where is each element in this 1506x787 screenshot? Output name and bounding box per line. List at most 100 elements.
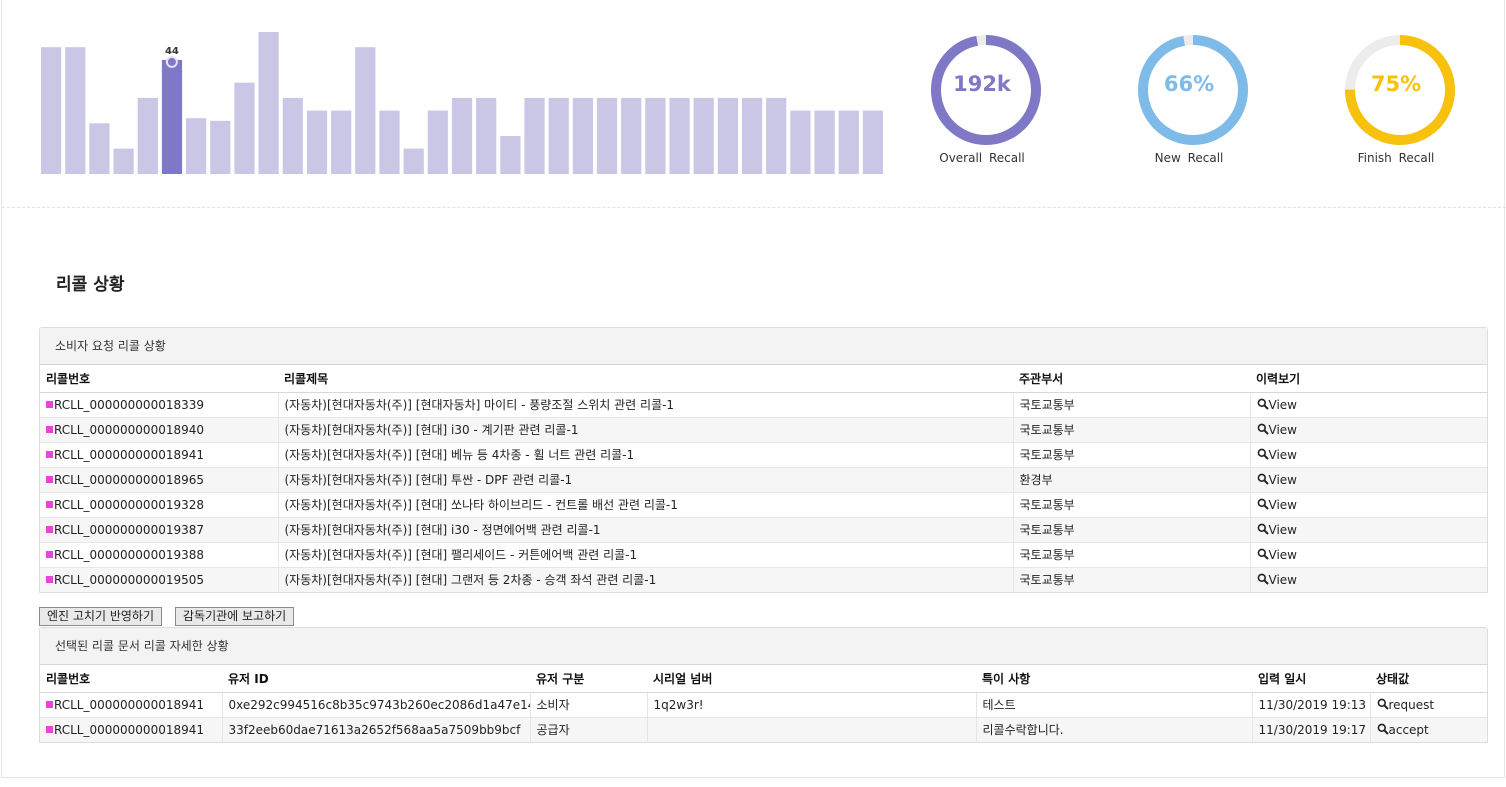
status-link[interactable]: request	[1377, 697, 1435, 712]
chart-bar[interactable]	[282, 97, 303, 174]
user-type: 소비자	[536, 698, 570, 712]
view-cell[interactable]: View	[1250, 516, 1487, 542]
department-cell: 국토교통부	[1013, 391, 1251, 417]
recall-no-cell[interactable]: RCLL_000000000018941	[40, 441, 279, 467]
recall-title-cell: (자동차)[현대자동차(주)] [현대자동차] 마이티 - 풍량조절 스위치 관…	[278, 391, 1014, 417]
view-label: View	[1268, 522, 1297, 537]
chart-bar[interactable]	[403, 148, 424, 174]
view-link[interactable]: View	[1257, 573, 1297, 587]
chart-bar[interactable]	[451, 97, 473, 174]
table-row[interactable]: RCLL_000000000018941 0xe292c994516c8b35c9…	[40, 691, 1487, 717]
chart-bar[interactable]	[234, 82, 255, 174]
status-link[interactable]: accept	[1377, 723, 1429, 737]
chart-bar[interactable]	[331, 110, 352, 174]
chart-bar[interactable]	[500, 136, 521, 174]
chart-bar[interactable]	[766, 97, 787, 174]
view-link[interactable]: View	[1257, 448, 1297, 462]
new-recall-label: New Recall	[1154, 151, 1224, 165]
chart-bar[interactable]	[137, 97, 158, 174]
chart-bar[interactable]	[113, 148, 134, 174]
table-row[interactable]: RCLL_000000000019387 (자동차)[현대자동차(주)] [현대]…	[40, 516, 1487, 542]
detail-recall-table: 리콜번호 유저 ID 유저 구분 시리얼 넘버 특이 사항 입력 일시 상태값 …	[40, 665, 1487, 742]
view-link[interactable]: View	[1257, 473, 1297, 487]
recall-no: RCLL_000000000019505	[54, 572, 205, 587]
chart-bar[interactable]	[379, 110, 400, 174]
col-header-recall-no[interactable]: 리콜번호	[40, 365, 278, 393]
chart-bar[interactable]	[258, 32, 279, 174]
table-row[interactable]: RCLL_000000000018941 (자동차)[현대자동차(주)] [현대]…	[40, 441, 1487, 467]
view-cell[interactable]: View	[1250, 441, 1487, 467]
view-cell[interactable]: View	[1250, 491, 1487, 517]
recall-no-cell[interactable]: RCLL_000000000018940	[40, 416, 279, 442]
department-cell: 국토교통부	[1013, 491, 1251, 517]
chart-bar[interactable]	[862, 110, 883, 174]
table-row[interactable]: RCLL_000000000018339 (자동차)[현대자동차(주)] [현대자…	[40, 391, 1487, 417]
chart-bar[interactable]	[645, 97, 666, 174]
recall-no-cell[interactable]: RCLL_000000000018965	[40, 466, 279, 492]
view-link[interactable]: View	[1257, 523, 1297, 537]
table-row[interactable]: RCLL_000000000018941 33f2eeb60dae71613a26…	[40, 716, 1487, 742]
recall-no-cell[interactable]: RCLL_000000000018339	[40, 391, 279, 417]
col-header-recall-no[interactable]: 리콜번호	[40, 665, 222, 693]
recall-no-cell[interactable]: RCLL_000000000019387	[40, 516, 279, 542]
col-header-user-id[interactable]: 유저 ID	[222, 665, 530, 693]
chart-bar[interactable]	[814, 110, 835, 174]
status-cell[interactable]: request	[1370, 691, 1487, 717]
chart-bar[interactable]	[161, 59, 183, 174]
view-link[interactable]: View	[1257, 398, 1297, 412]
view-link[interactable]: View	[1257, 498, 1297, 512]
col-header-datetime[interactable]: 입력 일시	[1252, 665, 1370, 693]
chart-bar[interactable]	[596, 97, 618, 174]
chart-bar[interactable]	[186, 118, 207, 174]
status-value: request	[1388, 697, 1435, 712]
chart-bar[interactable]	[621, 97, 642, 174]
col-header-user-type[interactable]: 유저 구분	[530, 665, 647, 693]
report-button[interactable]: 감독기관에 보고하기	[175, 607, 295, 626]
chart-bar[interactable]	[669, 97, 690, 174]
chart-bar[interactable]	[572, 97, 593, 174]
col-header-history[interactable]: 이력보기	[1250, 365, 1487, 393]
chart-bar[interactable]	[742, 97, 763, 174]
col-header-department[interactable]: 주관부서	[1013, 365, 1250, 393]
chart-bar[interactable]	[524, 97, 545, 174]
table-row[interactable]: RCLL_000000000018965 (자동차)[현대자동차(주)] [현대]…	[40, 466, 1487, 492]
view-cell[interactable]: View	[1250, 466, 1487, 492]
table-row[interactable]: RCLL_000000000019328 (자동차)[현대자동차(주)] [현대]…	[40, 491, 1487, 517]
chart-bar[interactable]	[355, 47, 376, 174]
chart-bar[interactable]	[476, 97, 497, 174]
status-cell[interactable]: accept	[1370, 716, 1487, 742]
table-row[interactable]: RCLL_000000000019388 (자동차)[현대자동차(주)] [현대]…	[40, 541, 1487, 567]
overall-recall-value: 192k	[953, 72, 1011, 96]
chart-bar[interactable]	[693, 97, 714, 174]
chart-bar[interactable]	[838, 110, 859, 174]
chart-bar[interactable]	[210, 120, 231, 174]
recall-no-cell[interactable]: RCLL_000000000019388	[40, 541, 279, 567]
department-cell: 국토교통부	[1013, 416, 1251, 442]
col-header-status[interactable]: 상태값	[1370, 665, 1487, 693]
recall-no-cell[interactable]: RCLL_000000000019505	[40, 566, 279, 592]
view-link[interactable]: View	[1257, 423, 1297, 437]
recall-no-cell[interactable]: RCLL_000000000019328	[40, 491, 279, 517]
col-header-serial[interactable]: 시리얼 넘버	[647, 665, 976, 693]
chart-bar[interactable]	[790, 110, 811, 174]
view-cell[interactable]: View	[1250, 566, 1487, 592]
chart-bar[interactable]	[41, 47, 62, 174]
view-cell[interactable]: View	[1250, 416, 1487, 442]
chart-bar[interactable]	[306, 110, 328, 174]
view-cell[interactable]: View	[1250, 541, 1487, 567]
engine-fix-button[interactable]: 엔진 고치기 반영하기	[39, 607, 162, 626]
view-cell[interactable]: View	[1250, 391, 1487, 417]
chart-bar[interactable]	[89, 123, 110, 174]
status-value: accept	[1388, 722, 1429, 737]
table-row[interactable]: RCLL_000000000019505 (자동차)[현대자동차(주)] [현대]…	[40, 566, 1487, 592]
chart-bar[interactable]	[548, 97, 569, 174]
chart-bar[interactable]	[717, 97, 738, 174]
col-header-note[interactable]: 특이 사항	[976, 665, 1252, 693]
col-header-recall-title[interactable]: 리콜제목	[278, 365, 1013, 393]
chart-bar[interactable]	[65, 47, 86, 174]
view-link[interactable]: View	[1257, 548, 1297, 562]
section-title: 리콜 상황	[56, 275, 125, 295]
table-row[interactable]: RCLL_000000000018940 (자동차)[현대자동차(주)] [현대]…	[40, 416, 1487, 442]
magnifier-icon	[1257, 573, 1269, 585]
chart-bar[interactable]	[427, 110, 448, 174]
